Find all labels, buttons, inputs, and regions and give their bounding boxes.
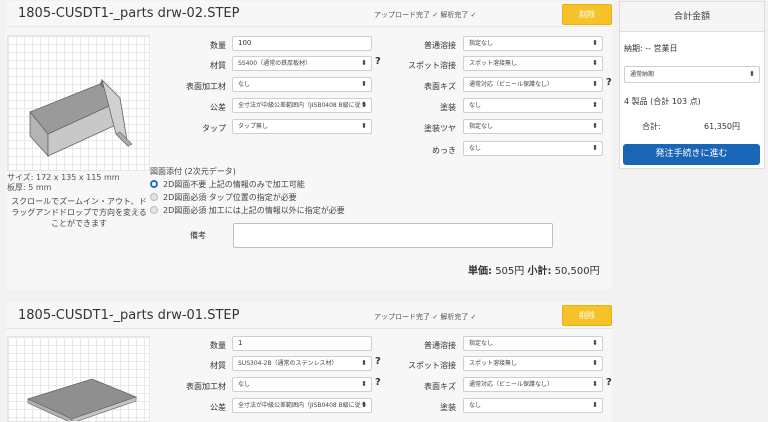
welding-label: 普通溶接 xyxy=(424,341,456,350)
surface-select[interactable]: なし ⬍ xyxy=(232,77,372,92)
part-body: 数量 1 材質 SUS304-2B（通常のステンレス材） ⬍ ? 表面加工材 なし… xyxy=(6,329,612,422)
scratch-select[interactable]: 通常対応（ビニール保護なし） ⬍ xyxy=(463,377,603,392)
tolerance-select[interactable]: 全寸法が中級公差範囲内（JISB0408 B級に従う ⬍ xyxy=(232,398,372,413)
price-line: 単価: 505円 小計: 50,500円 xyxy=(468,266,600,277)
quantity-label: 数量 xyxy=(210,41,226,50)
surface-label: 表面加工材 xyxy=(186,82,226,91)
select-arrow-icon: ⬍ xyxy=(592,101,598,109)
material-select[interactable]: SUS304-2B（通常のステンレス材） ⬍ xyxy=(232,356,372,371)
drawing-title: 図面添付 (2次元データ) xyxy=(150,167,236,176)
scratch-select[interactable]: 通常対応（ビニール保護なし） ⬍ xyxy=(463,77,603,92)
part-header: 1805-CUSDT1-_parts drw-01.STEP アップロード完了 … xyxy=(6,303,612,329)
part-title: 1805-CUSDT1-_parts drw-02.STEP xyxy=(18,6,240,21)
select-arrow-icon: ⬍ xyxy=(361,359,367,367)
drawing-radio-1[interactable] xyxy=(150,180,158,188)
welding-select[interactable]: 指定なし ⬍ xyxy=(463,36,603,51)
paint-select[interactable]: なし ⬍ xyxy=(463,98,603,113)
spot-welding-select[interactable]: スポット溶接無し ⬍ xyxy=(463,356,603,371)
select-arrow-icon: ⬍ xyxy=(361,401,367,409)
help-icon[interactable]: ? xyxy=(606,377,612,388)
select-arrow-icon: ⬍ xyxy=(361,380,367,388)
3d-viewer[interactable] xyxy=(7,336,150,422)
select-arrow-icon: ⬍ xyxy=(361,101,367,109)
quantity-input[interactable]: 1 xyxy=(232,336,372,351)
help-icon[interactable]: ? xyxy=(375,56,381,67)
product-count: 4 製品 (合計 103 点) xyxy=(624,97,701,106)
tolerance-label: 公差 xyxy=(210,103,226,112)
paint-select[interactable]: なし ⬍ xyxy=(463,398,603,413)
drawing-radio-2[interactable] xyxy=(150,193,158,201)
material-label: 材質 xyxy=(210,61,226,70)
spot-welding-label: スポット溶接 xyxy=(408,61,456,70)
select-arrow-icon: ⬍ xyxy=(592,80,598,88)
help-icon[interactable]: ? xyxy=(606,77,612,88)
select-arrow-icon: ⬍ xyxy=(592,144,598,152)
select-arrow-icon: ⬍ xyxy=(592,401,598,409)
select-arrow-icon: ⬍ xyxy=(592,39,598,47)
tolerance-select[interactable]: 全寸法が中級公差範囲内（JISB0408 B級に従う ⬍ xyxy=(232,98,372,113)
drawing-option-1: 2D図面不要 上記の情報のみで加工可能 xyxy=(163,180,305,189)
part-body: サイズ: 172 x 135 x 115 mm 板厚: 5 mm スクロールでズ… xyxy=(6,27,612,289)
part-status: アップロード完了 ✓ 解析完了 ✓ xyxy=(374,313,477,321)
select-arrow-icon: ⬍ xyxy=(592,339,598,347)
part-model-icon xyxy=(26,378,138,421)
summary-panel: 合計金額 納期: -- 営業日 通常納期 ⬍ 4 製品 (合計 103 点) 合計… xyxy=(619,1,765,169)
help-icon[interactable]: ? xyxy=(375,356,381,367)
order-button[interactable]: 発注手続きに進む xyxy=(623,144,760,165)
part-thickness: 板厚: 5 mm xyxy=(7,183,52,192)
memo-textarea[interactable] xyxy=(233,223,553,248)
tolerance-label: 公差 xyxy=(210,403,226,412)
select-arrow-icon: ⬍ xyxy=(749,70,755,78)
delivery-info: 納期: -- 営業日 xyxy=(624,44,678,53)
drawing-radio-3[interactable] xyxy=(150,206,158,214)
select-arrow-icon: ⬍ xyxy=(361,59,367,67)
plating-select[interactable]: なし ⬍ xyxy=(463,141,603,156)
viewer-tip: スクロールでズームイン・アウト、ド ラッグアンドドロップで方向を変える ことができま… xyxy=(11,197,147,228)
part-title: 1805-CUSDT1-_parts drw-01.STEP xyxy=(18,308,240,323)
tap-label: タップ xyxy=(202,124,226,133)
quantity-label: 数量 xyxy=(210,341,226,350)
select-arrow-icon: ⬍ xyxy=(592,380,598,388)
3d-viewer[interactable] xyxy=(7,35,150,171)
part-header: 1805-CUSDT1-_parts drw-02.STEP アップロード完了 … xyxy=(6,1,612,27)
spot-welding-select[interactable]: スポット溶接無し ⬍ xyxy=(463,56,603,71)
scratch-label: 表面キズ xyxy=(424,382,456,391)
spot-welding-label: スポット溶接 xyxy=(408,361,456,370)
surface-label: 表面加工材 xyxy=(186,382,226,391)
part-status: アップロード完了 ✓ 解析完了 ✓ xyxy=(374,11,477,19)
surface-select[interactable]: なし ⬍ xyxy=(232,377,372,392)
material-label: 材質 xyxy=(210,361,226,370)
select-arrow-icon: ⬍ xyxy=(592,359,598,367)
delivery-select[interactable]: 通常納期 ⬍ xyxy=(624,66,760,83)
memo-label: 備考 xyxy=(190,231,206,240)
select-arrow-icon: ⬍ xyxy=(592,59,598,67)
welding-label: 普通溶接 xyxy=(424,41,456,50)
delete-button[interactable]: 削除 xyxy=(562,305,612,326)
select-arrow-icon: ⬍ xyxy=(592,122,598,130)
drawing-option-2: 2D図面必須 タップ位置の指定が必要 xyxy=(163,193,297,202)
tap-select[interactable]: タップ無し ⬍ xyxy=(232,119,372,134)
summary-title: 合計金額 xyxy=(620,2,764,32)
select-arrow-icon: ⬍ xyxy=(361,80,367,88)
welding-select[interactable]: 指定なし ⬍ xyxy=(463,336,603,351)
help-icon[interactable]: ? xyxy=(375,377,381,388)
select-arrow-icon: ⬍ xyxy=(361,122,367,130)
paint-label: 塗装 xyxy=(440,403,456,412)
delete-button[interactable]: 削除 xyxy=(562,4,612,25)
total-label: 合計: xyxy=(642,122,661,131)
quantity-input[interactable]: 100 xyxy=(232,36,372,51)
gloss-label: 塗装ツヤ xyxy=(424,124,456,133)
gloss-select[interactable]: 指定なし ⬍ xyxy=(463,119,603,134)
plating-label: めっき xyxy=(432,146,456,155)
part-model-icon xyxy=(29,78,133,158)
paint-label: 塗装 xyxy=(440,103,456,112)
scratch-label: 表面キズ xyxy=(424,82,456,91)
drawing-option-3: 2D図面必須 加工には上記の情報以外に指定が必要 xyxy=(163,206,345,215)
material-select[interactable]: SS400（通常の鉄厚板材） ⬍ xyxy=(232,56,372,71)
total-value: 61,350円 xyxy=(704,122,740,131)
